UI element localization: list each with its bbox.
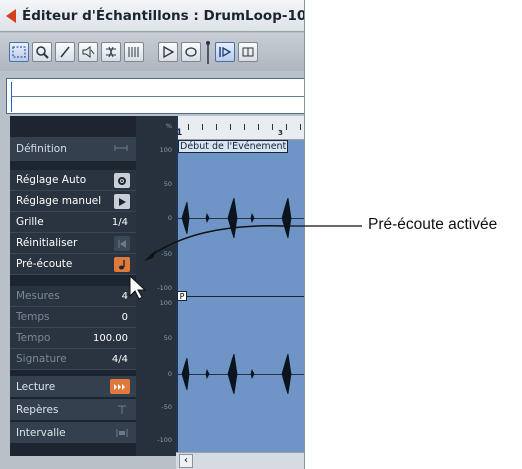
ruler-tick-label: 50 <box>163 180 172 188</box>
pre-ecoute-row[interactable]: Pré-écoute <box>10 254 136 275</box>
waveform <box>181 197 292 395</box>
tempo-label: Tempo <box>16 332 51 344</box>
ruler-tick-label: 100 <box>159 299 172 307</box>
mute-icon[interactable] <box>78 42 98 62</box>
waveform-display[interactable] <box>176 140 304 452</box>
inspector-panel: Définition Réglage Auto Réglage manuel G… <box>10 116 136 456</box>
range-icon[interactable] <box>114 425 130 440</box>
scissors-icon[interactable] <box>101 42 121 62</box>
timeline-ruler[interactable]: 1 3 <box>176 116 304 140</box>
definition-label: Définition <box>16 143 67 155</box>
signature-value[interactable]: 4/4 <box>112 354 128 365</box>
zoom-icon[interactable] <box>32 42 52 62</box>
play-icon[interactable] <box>158 42 178 62</box>
title-bar: Éditeur d'Échantillons : DrumLoop-100-b <box>0 0 305 32</box>
intervalle-label: Intervalle <box>16 426 66 439</box>
reinitialiser-row[interactable]: Réinitialiser <box>10 233 136 254</box>
temps-value[interactable]: 0 <box>122 312 128 323</box>
range-select-icon[interactable] <box>9 42 29 62</box>
expand-icon <box>114 144 128 155</box>
ruler-tick-label: -100 <box>157 284 172 292</box>
snap-grid-icon[interactable] <box>124 42 144 62</box>
ruler-tick-label: 0 <box>167 370 172 378</box>
section-definition[interactable]: Définition <box>10 137 136 161</box>
reglage-auto-label: Réglage Auto <box>16 174 87 186</box>
grille-value[interactable]: 1/4 <box>112 217 128 228</box>
lecture-row[interactable]: Lecture <box>10 376 136 398</box>
horizontal-scrollbar[interactable]: ‹ <box>176 452 304 469</box>
reinitialiser-label: Réinitialiser <box>16 237 78 249</box>
ruler-tick-label: 100 <box>159 146 172 154</box>
temps-row[interactable]: Temps 0 <box>10 307 136 328</box>
title-arrow-icon <box>6 8 16 23</box>
reglage-manuel-row[interactable]: Réglage manuel <box>10 191 136 212</box>
reset-icon[interactable] <box>114 236 130 251</box>
ruler-tick-label: -50 <box>161 250 172 258</box>
signature-row[interactable]: Signature 4/4 <box>10 349 136 370</box>
callout-label: Pré-écoute activée <box>368 216 498 233</box>
toolbar <box>0 33 304 71</box>
reglage-manuel-label: Réglage manuel <box>16 195 102 207</box>
lecture-label: Lecture <box>16 380 56 393</box>
marker-icon[interactable] <box>114 402 130 417</box>
ruler-tick-label: -50 <box>161 403 172 411</box>
pre-ecoute-label: Pré-écoute <box>16 258 73 270</box>
note-icon[interactable] <box>114 257 130 272</box>
event-start-line[interactable] <box>176 116 178 452</box>
event-start-label: Début de l'Événement <box>178 140 289 153</box>
side-strip <box>0 116 10 469</box>
sample-editor-window: Éditeur d'Échantillons : DrumLoop-100-b <box>0 0 305 469</box>
playback-position-icon[interactable] <box>204 40 212 64</box>
ruler-tick-label: -100 <box>157 436 172 444</box>
audition-icon[interactable] <box>215 42 235 62</box>
play-forward-icon[interactable] <box>110 379 130 394</box>
intervalle-row[interactable]: Intervalle <box>10 422 136 444</box>
signature-label: Signature <box>16 353 67 365</box>
reglage-auto-row[interactable]: Réglage Auto <box>10 170 136 191</box>
level-ruler: % 100 50 0 -50 -100 100 50 0 -50 -100 <box>136 116 176 456</box>
tempo-value[interactable]: 100.00 <box>93 333 128 344</box>
ruler-tick-label: 0 <box>167 214 172 222</box>
tempo-row[interactable]: Tempo 100.00 <box>10 328 136 349</box>
mesures-value[interactable]: 4 <box>122 291 128 302</box>
mesures-label: Mesures <box>16 290 60 302</box>
draw-icon[interactable] <box>55 42 75 62</box>
ruler-tick-label: 50 <box>163 334 172 342</box>
ruler-unit: % <box>165 122 172 130</box>
grille-row[interactable]: Grille 1/4 <box>10 212 136 233</box>
p-marker[interactable]: P <box>177 291 187 301</box>
overview-range-marker <box>11 82 14 112</box>
temps-label: Temps <box>16 311 50 323</box>
grille-label: Grille <box>16 216 44 228</box>
manual-warp-icon[interactable] <box>114 194 130 209</box>
overview-line[interactable] <box>6 78 304 114</box>
mesures-row[interactable]: Mesures 4 <box>10 286 136 307</box>
gear-icon[interactable] <box>114 173 130 188</box>
snap-icon[interactable] <box>238 42 258 62</box>
reperes-row[interactable]: Repères <box>10 399 136 421</box>
window-title: Éditeur d'Échantillons : DrumLoop-100-b <box>22 7 305 24</box>
loop-icon[interactable] <box>181 42 201 62</box>
reperes-label: Repères <box>16 403 59 416</box>
bar-number-3: 3 <box>278 129 283 137</box>
scroll-left-icon[interactable]: ‹ <box>179 454 193 468</box>
